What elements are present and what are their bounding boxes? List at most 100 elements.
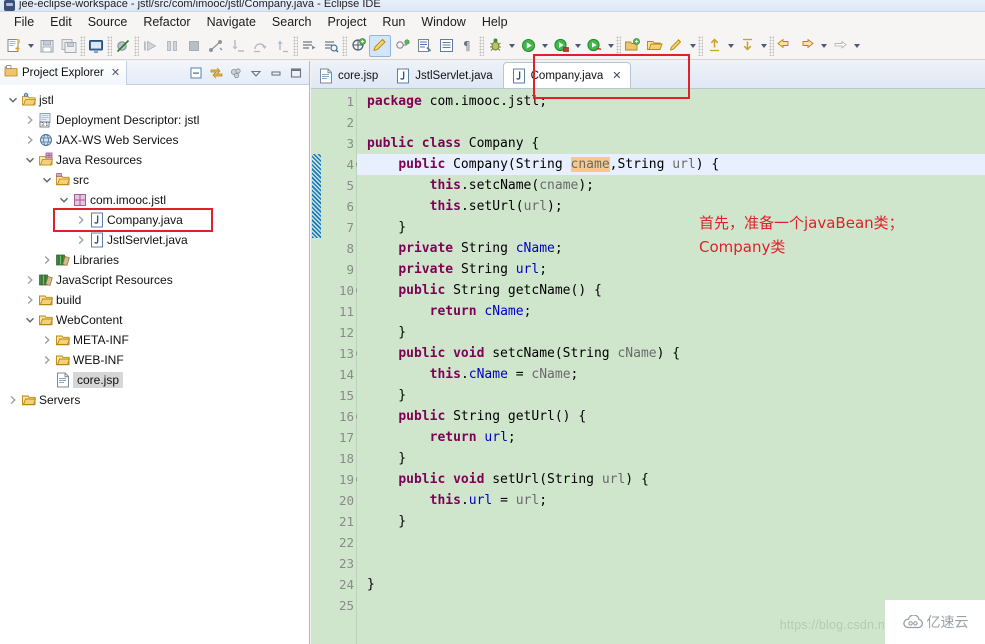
code-line[interactable]: } bbox=[367, 322, 985, 343]
menu-item-navigate[interactable]: Navigate bbox=[199, 13, 264, 31]
chevron-down-icon[interactable] bbox=[40, 175, 54, 185]
next-annotation-icon[interactable] bbox=[736, 35, 758, 57]
view-menu-icon[interactable] bbox=[247, 64, 265, 82]
tree-item-javascript-resources[interactable]: JavaScript Resources bbox=[0, 270, 309, 290]
close-icon[interactable]: ✕ bbox=[111, 66, 120, 79]
run-server-icon[interactable] bbox=[550, 35, 572, 57]
menu-item-window[interactable]: Window bbox=[413, 13, 473, 31]
tree-item-jstlservlet-java[interactable]: JstlServlet.java bbox=[0, 230, 309, 250]
tree-item-libraries[interactable]: Libraries bbox=[0, 250, 309, 270]
code-line[interactable]: public void setcName(String cName) { bbox=[367, 343, 985, 364]
tree-item-com-imooc-jstl[interactable]: com.imooc.jstl bbox=[0, 190, 309, 210]
maximize-icon[interactable] bbox=[287, 64, 305, 82]
save-all-icon[interactable] bbox=[58, 35, 80, 57]
skip-breakpoints-icon[interactable] bbox=[112, 35, 134, 57]
tree-item-jstl[interactable]: jstl bbox=[0, 90, 309, 110]
code-line[interactable]: this.url = url; bbox=[367, 490, 985, 511]
menu-item-run[interactable]: Run bbox=[374, 13, 413, 31]
tree-item-company-java[interactable]: Company.java bbox=[0, 210, 309, 230]
step-into-icon[interactable] bbox=[227, 35, 249, 57]
tree-item-jax-ws-web-services[interactable]: JAX-WS Web Services bbox=[0, 130, 309, 150]
step-return-icon[interactable] bbox=[271, 35, 293, 57]
chevron-down-icon[interactable] bbox=[605, 35, 616, 57]
code-line[interactable]: } bbox=[367, 448, 985, 469]
minimize-icon[interactable] bbox=[267, 64, 285, 82]
chevron-down-icon[interactable] bbox=[851, 35, 862, 57]
tree-item-meta-inf[interactable]: META-INF bbox=[0, 330, 309, 350]
disconnect-icon[interactable] bbox=[205, 35, 227, 57]
new-package-icon[interactable] bbox=[621, 35, 643, 57]
suspend-icon[interactable] bbox=[161, 35, 183, 57]
chevron-down-icon[interactable] bbox=[506, 35, 517, 57]
source-code[interactable]: 首先，准备一个javaBean类； Company类 package com.i… bbox=[357, 89, 985, 644]
view-filters-icon[interactable] bbox=[227, 64, 245, 82]
chevron-right-icon[interactable] bbox=[74, 215, 88, 225]
save-icon[interactable] bbox=[36, 35, 58, 57]
menu-item-source[interactable]: Source bbox=[80, 13, 136, 31]
tree-item-webcontent[interactable]: WebContent bbox=[0, 310, 309, 330]
new-java-class-icon[interactable] bbox=[369, 34, 391, 57]
external-tools-icon[interactable] bbox=[413, 35, 435, 57]
back-icon[interactable] bbox=[774, 35, 796, 57]
new-wizard-icon[interactable] bbox=[3, 35, 25, 57]
new-file-icon[interactable] bbox=[665, 35, 687, 57]
chevron-down-icon[interactable] bbox=[758, 35, 769, 57]
code-line[interactable]: this.cName = cName; bbox=[367, 364, 985, 385]
editor-tab-jstlservlet-java[interactable]: JstlServlet.java bbox=[388, 64, 500, 88]
code-editor[interactable]: 1 2 3 4 5 6 7 8 9 10 11 12 13 14 15 16 17 18 19 20 21 22 23 24 2… bbox=[311, 89, 985, 644]
link-with-editor-icon[interactable] bbox=[207, 64, 225, 82]
show-whitespace-icon[interactable]: ¶ bbox=[457, 35, 479, 57]
chevron-down-icon[interactable] bbox=[6, 95, 20, 105]
code-line[interactable]: package com.imooc.jstl; bbox=[367, 91, 985, 112]
editor-tab-core-jsp[interactable]: core.jsp bbox=[311, 64, 386, 88]
chevron-right-icon[interactable] bbox=[40, 335, 54, 345]
tab-project-explorer[interactable]: Project Explorer ✕ bbox=[0, 60, 128, 85]
editor-tab-company-java[interactable]: Company.java ✕ bbox=[502, 62, 631, 88]
profile-icon[interactable] bbox=[583, 35, 605, 57]
code-line[interactable]: } bbox=[367, 217, 985, 238]
chevron-right-icon[interactable] bbox=[40, 355, 54, 365]
tree-item-servers[interactable]: Servers bbox=[0, 390, 309, 410]
tree-item-src[interactable]: src bbox=[0, 170, 309, 190]
chevron-down-icon[interactable] bbox=[818, 35, 829, 57]
toggle-block-selection-icon[interactable] bbox=[435, 35, 457, 57]
chevron-right-icon[interactable] bbox=[40, 255, 54, 265]
menu-item-edit[interactable]: Edit bbox=[42, 13, 80, 31]
code-line[interactable]: } bbox=[367, 385, 985, 406]
tree-item-java-resources[interactable]: Java Resources bbox=[0, 150, 309, 170]
code-line[interactable]: return cName; bbox=[367, 301, 985, 322]
chevron-right-icon[interactable] bbox=[23, 275, 37, 285]
chevron-right-icon[interactable] bbox=[23, 115, 37, 125]
tree-item-core-jsp[interactable]: core.jsp bbox=[0, 370, 309, 390]
close-icon[interactable]: ✕ bbox=[612, 69, 621, 82]
menu-item-file[interactable]: File bbox=[6, 13, 42, 31]
new-java-project-icon[interactable] bbox=[347, 35, 369, 57]
code-line[interactable]: this.setcName(cname); bbox=[367, 175, 985, 196]
code-line[interactable]: public String getcName() { bbox=[367, 280, 985, 301]
code-line[interactable]: public String getUrl() { bbox=[367, 406, 985, 427]
chevron-down-icon[interactable] bbox=[23, 155, 37, 165]
chevron-right-icon[interactable] bbox=[23, 135, 37, 145]
code-line[interactable]: return url; bbox=[367, 427, 985, 448]
previous-annotation-icon[interactable] bbox=[703, 35, 725, 57]
code-line[interactable]: public class Company { bbox=[367, 133, 985, 154]
code-line[interactable]: public void setUrl(String url) { bbox=[367, 469, 985, 490]
terminate-icon[interactable] bbox=[183, 35, 205, 57]
code-line[interactable]: } bbox=[367, 511, 985, 532]
chevron-down-icon[interactable] bbox=[23, 315, 37, 325]
chevron-down-icon[interactable] bbox=[539, 35, 550, 57]
chevron-right-icon[interactable] bbox=[23, 295, 37, 305]
collapse-all-icon[interactable] bbox=[187, 64, 205, 82]
forward-icon[interactable] bbox=[796, 35, 818, 57]
code-line[interactable] bbox=[367, 553, 985, 574]
console-icon[interactable] bbox=[85, 35, 107, 57]
step-over-icon[interactable] bbox=[249, 35, 271, 57]
chevron-down-icon[interactable] bbox=[57, 195, 71, 205]
tree-item-build[interactable]: build bbox=[0, 290, 309, 310]
menu-item-search[interactable]: Search bbox=[264, 13, 320, 31]
menu-item-help[interactable]: Help bbox=[474, 13, 516, 31]
open-type-icon[interactable] bbox=[298, 35, 320, 57]
open-folder-icon[interactable] bbox=[643, 35, 665, 57]
code-line[interactable]: public Company(String cname,String url) … bbox=[357, 154, 985, 175]
code-line[interactable]: private String url; bbox=[367, 259, 985, 280]
